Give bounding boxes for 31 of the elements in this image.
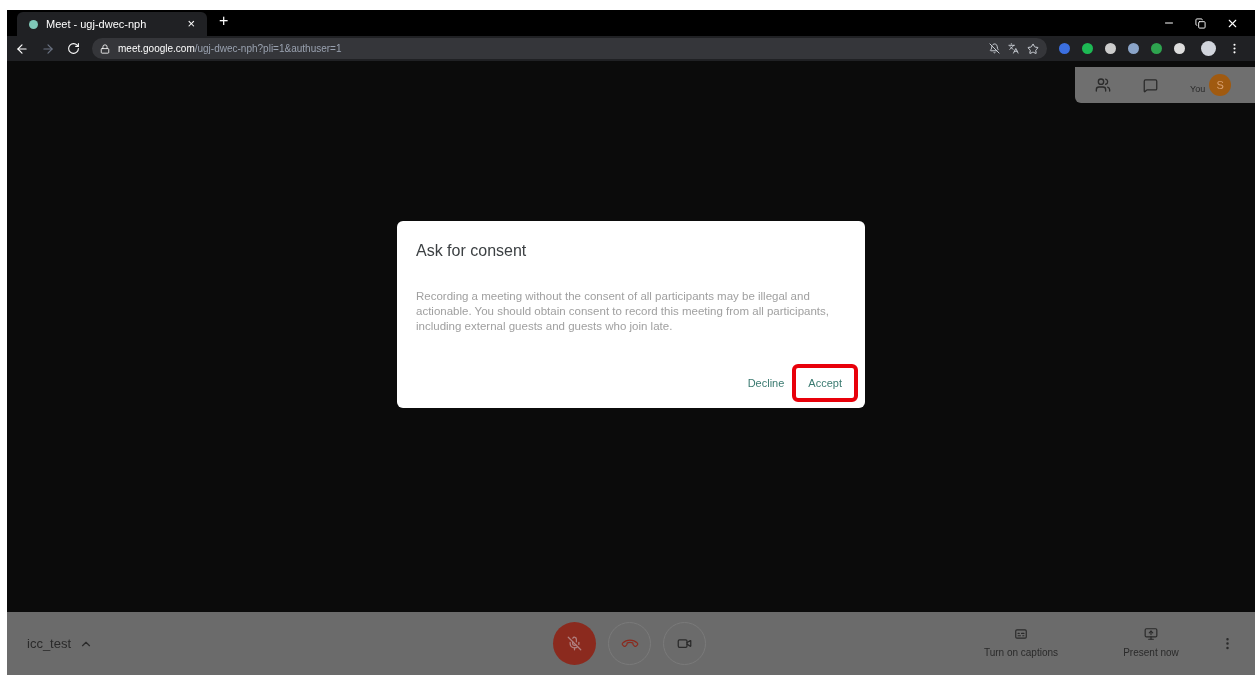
toolbar-action-button[interactable]: Present now: [1106, 627, 1196, 660]
people-icon[interactable]: [1095, 77, 1111, 93]
captions-icon: [1014, 627, 1028, 641]
back-icon[interactable]: [15, 41, 29, 56]
meet-favicon-icon: [29, 19, 38, 29]
tab-close-button[interactable]: ×: [187, 14, 195, 34]
translate-icon[interactable]: [1008, 43, 1019, 54]
meeting-details-button[interactable]: icc_test: [27, 633, 94, 654]
address-bar[interactable]: meet.google.com/ugj-dwec-nph?pli=1&authuser=1: [92, 38, 1047, 59]
toolbar-action-button[interactable]: Turn on captions: [976, 627, 1066, 660]
chat-icon[interactable]: [1143, 77, 1158, 93]
browser-tab[interactable]: Meet - ugj-dwec-nph ×: [17, 12, 207, 36]
url-text: meet.google.com/ugj-dwec-nph?pli=1&authuser=1: [118, 42, 342, 56]
dialog-button[interactable]: Accept: [792, 364, 858, 402]
forward-icon[interactable]: [41, 41, 55, 56]
reload-icon[interactable]: [67, 42, 80, 55]
dialog-body: Recording a meeting without the consent of all participants may be illegal and actionable. You should obtain consent to record this meeting from all participants, including external guests and guests who join late.: [416, 289, 830, 334]
restore-icon[interactable]: [1195, 17, 1206, 29]
you-label: You: [1190, 82, 1206, 96]
tab-title: Meet - ugj-dwec-nph: [46, 16, 148, 32]
profile-avatar[interactable]: [1201, 41, 1216, 56]
user-avatar: S: [1209, 74, 1232, 96]
lock-icon: [100, 43, 110, 54]
dialog-button[interactable]: Decline: [743, 364, 789, 402]
new-tab-button[interactable]: +: [219, 9, 229, 33]
video-icon: [677, 636, 692, 651]
dialog-title: Ask for consent: [416, 241, 528, 261]
present-screen-icon: [1144, 627, 1158, 641]
star-icon[interactable]: [1027, 42, 1039, 55]
bell-off-icon[interactable]: [989, 43, 1000, 54]
mic-off-icon: [567, 636, 582, 651]
